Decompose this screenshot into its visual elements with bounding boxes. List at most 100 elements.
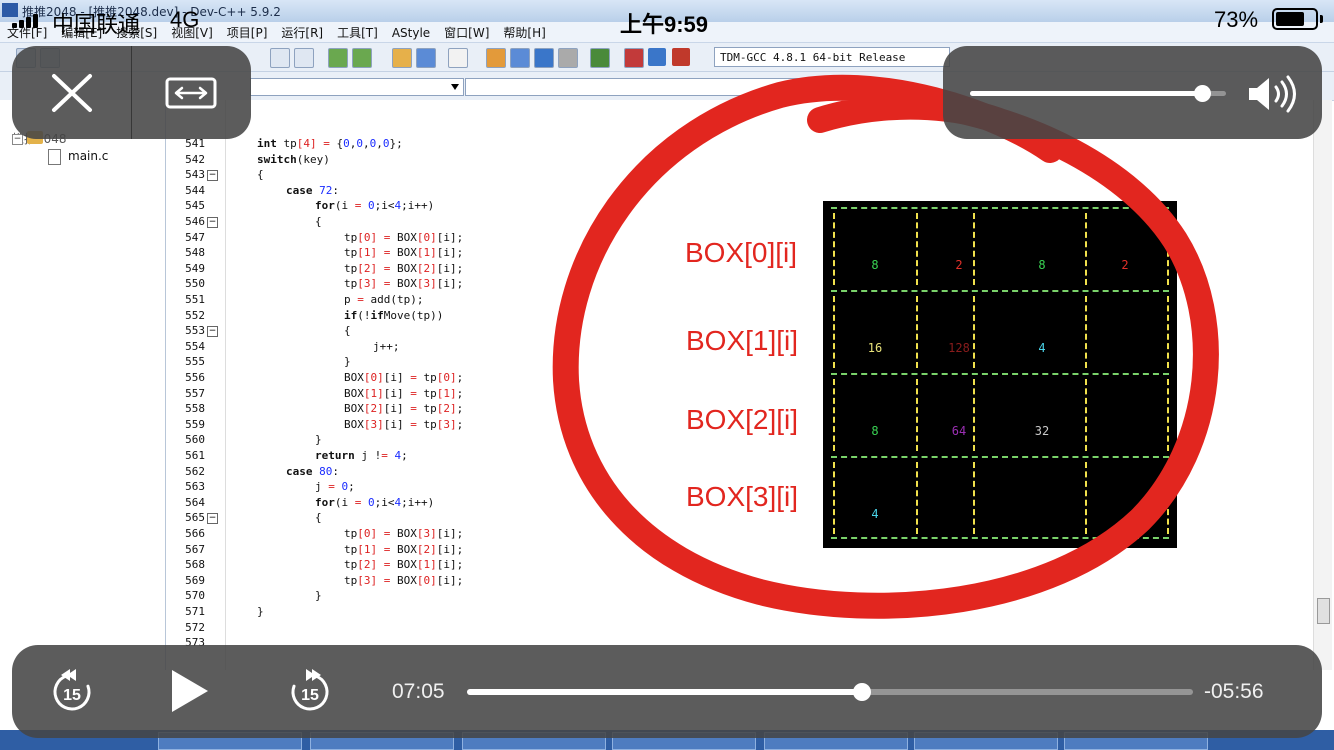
line-number: 563 <box>185 480 205 494</box>
code-line[interactable]: int tp[4] = {0,0,0,0}; <box>257 137 403 150</box>
toolbar-button-icon[interactable] <box>328 48 348 68</box>
symbol-select[interactable] <box>465 78 830 96</box>
code-line[interactable]: for(i = 0;i<4;i++) <box>315 199 434 212</box>
board-column-divider <box>1085 462 1087 534</box>
board-cell: 8 <box>871 258 879 272</box>
skip-forward-button[interactable]: 15 <box>288 667 332 719</box>
board-column-divider <box>833 296 835 368</box>
code-line[interactable]: switch(key) <box>257 153 330 166</box>
menu-item[interactable]: AStyle <box>385 24 437 40</box>
speaker-icon[interactable] <box>1245 74 1301 114</box>
file-icon <box>48 149 61 165</box>
code-line[interactable]: tp[1] = BOX[1][i]; <box>344 246 463 259</box>
scrollbar-thumb[interactable] <box>1317 598 1330 624</box>
code-line[interactable]: tp[2] = BOX[2][i]; <box>344 262 463 275</box>
playback-scrubber[interactable] <box>467 683 1193 701</box>
code-line[interactable]: } <box>344 355 351 368</box>
menu-item[interactable]: 项目[P] <box>220 22 275 41</box>
game-board-2048: 8 2 8 2 16 128 4 8 64 32 4 <box>823 201 1177 548</box>
class-scope-select[interactable] <box>250 78 464 96</box>
toolbar-button-icon[interactable] <box>534 48 554 68</box>
board-column-divider <box>916 462 918 534</box>
clock-time: 上午9:59 <box>620 12 709 37</box>
chart-icon[interactable] <box>648 48 666 66</box>
code-line[interactable]: } <box>315 433 322 446</box>
code-line[interactable]: case 72: <box>286 184 339 197</box>
toolbar-button-icon[interactable] <box>270 48 290 68</box>
toolbar-button-icon[interactable] <box>448 48 468 68</box>
toolbar-button-icon[interactable] <box>416 48 436 68</box>
code-line[interactable]: tp[1] = BOX[2][i]; <box>344 543 463 556</box>
code-line[interactable]: { <box>315 215 322 228</box>
volume-knob[interactable] <box>1194 85 1212 102</box>
code-line[interactable]: { <box>344 324 351 337</box>
debug-icon[interactable] <box>672 48 690 66</box>
volume-fill <box>970 91 1203 96</box>
playback-controls: 15 15 07:05 -05:56 <box>12 645 1322 738</box>
code-line[interactable]: return j != 4; <box>315 449 408 462</box>
code-line[interactable]: } <box>257 605 264 618</box>
menu-item[interactable]: 帮助[H] <box>496 22 552 41</box>
board-cell: 32 <box>1034 424 1050 438</box>
toolbar-button-icon[interactable] <box>558 48 578 68</box>
line-number: 547 <box>185 230 205 244</box>
fold-toggle-icon[interactable]: − <box>207 170 218 182</box>
skip-back-button[interactable]: 15 <box>50 667 94 719</box>
toolbar-button-icon[interactable] <box>392 48 412 68</box>
elapsed-time: 07:05 <box>392 680 445 703</box>
skip-forward-seconds: 15 <box>301 687 319 704</box>
code-line[interactable]: tp[2] = BOX[1][i]; <box>344 558 463 571</box>
code-line[interactable]: { <box>315 511 322 524</box>
code-line[interactable]: p = add(tp); <box>344 293 423 306</box>
aspect-ratio-button[interactable] <box>132 46 251 139</box>
code-line[interactable]: BOX[1][i] = tp[1]; <box>344 387 463 400</box>
line-number: 542 <box>185 152 205 166</box>
code-line[interactable]: j++; <box>373 340 400 353</box>
menu-item[interactable]: 窗口[W] <box>437 22 496 41</box>
volume-slider[interactable] <box>970 85 1226 102</box>
code-line[interactable]: tp[3] = BOX[0][i]; <box>344 574 463 587</box>
code-line[interactable]: { <box>257 168 264 181</box>
code-line[interactable]: BOX[0][i] = tp[0]; <box>344 371 463 384</box>
code-line[interactable]: } <box>315 589 322 602</box>
skip-back-15-icon: 15 <box>53 669 91 711</box>
toolbar-button-icon[interactable] <box>624 48 644 68</box>
code-line[interactable]: BOX[3][i] = tp[3]; <box>344 418 463 431</box>
line-number: 567 <box>185 542 205 556</box>
line-number: 546 <box>185 215 205 228</box>
toolbar-button-icon[interactable] <box>352 48 372 68</box>
line-number: 558 <box>185 402 205 416</box>
fold-toggle-icon[interactable]: − <box>207 513 218 525</box>
code-line[interactable]: for(i = 0;i<4;i++) <box>315 496 434 509</box>
line-number: 564 <box>185 495 205 509</box>
fold-toggle-icon[interactable]: − <box>207 217 218 228</box>
menu-item[interactable]: 工具[T] <box>330 22 385 41</box>
line-number: 571 <box>185 605 205 618</box>
board-cell: 64 <box>951 424 967 438</box>
code-line[interactable]: tp[0] = BOX[0][i]; <box>344 231 463 244</box>
code-line[interactable]: BOX[2][i] = tp[2]; <box>344 402 463 415</box>
toolbar-button-icon[interactable] <box>510 48 530 68</box>
scrubber-knob[interactable] <box>852 683 871 701</box>
carrier-name: 中国联通 <box>52 12 141 37</box>
compiler-select[interactable]: TDM-GCC 4.8.1 64-bit Release <box>714 47 950 67</box>
line-number: 557 <box>185 386 205 400</box>
code-line[interactable]: case 80: <box>286 465 339 478</box>
code-line[interactable]: j = 0; <box>315 480 355 493</box>
play-button[interactable] <box>168 667 212 719</box>
board-column-divider <box>916 296 918 368</box>
toolbar-button-icon[interactable] <box>294 48 314 68</box>
board-column-divider <box>1085 213 1087 285</box>
line-number: 552 <box>185 308 205 322</box>
close-button[interactable] <box>12 46 131 139</box>
editor-scrollbar[interactable] <box>1313 100 1332 670</box>
fold-toggle-icon[interactable]: − <box>207 326 218 338</box>
toolbar-button-icon[interactable] <box>486 48 506 68</box>
aspect-ratio-icon <box>165 77 217 109</box>
toolbar-button-icon[interactable] <box>590 48 610 68</box>
code-line[interactable]: tp[0] = BOX[3][i]; <box>344 527 463 540</box>
board-cell: 8 <box>871 424 879 438</box>
code-line[interactable]: if(!ifMove(tp)) <box>344 309 443 322</box>
code-line[interactable]: tp[3] = BOX[3][i]; <box>344 277 463 290</box>
menu-item[interactable]: 运行[R] <box>274 22 330 41</box>
